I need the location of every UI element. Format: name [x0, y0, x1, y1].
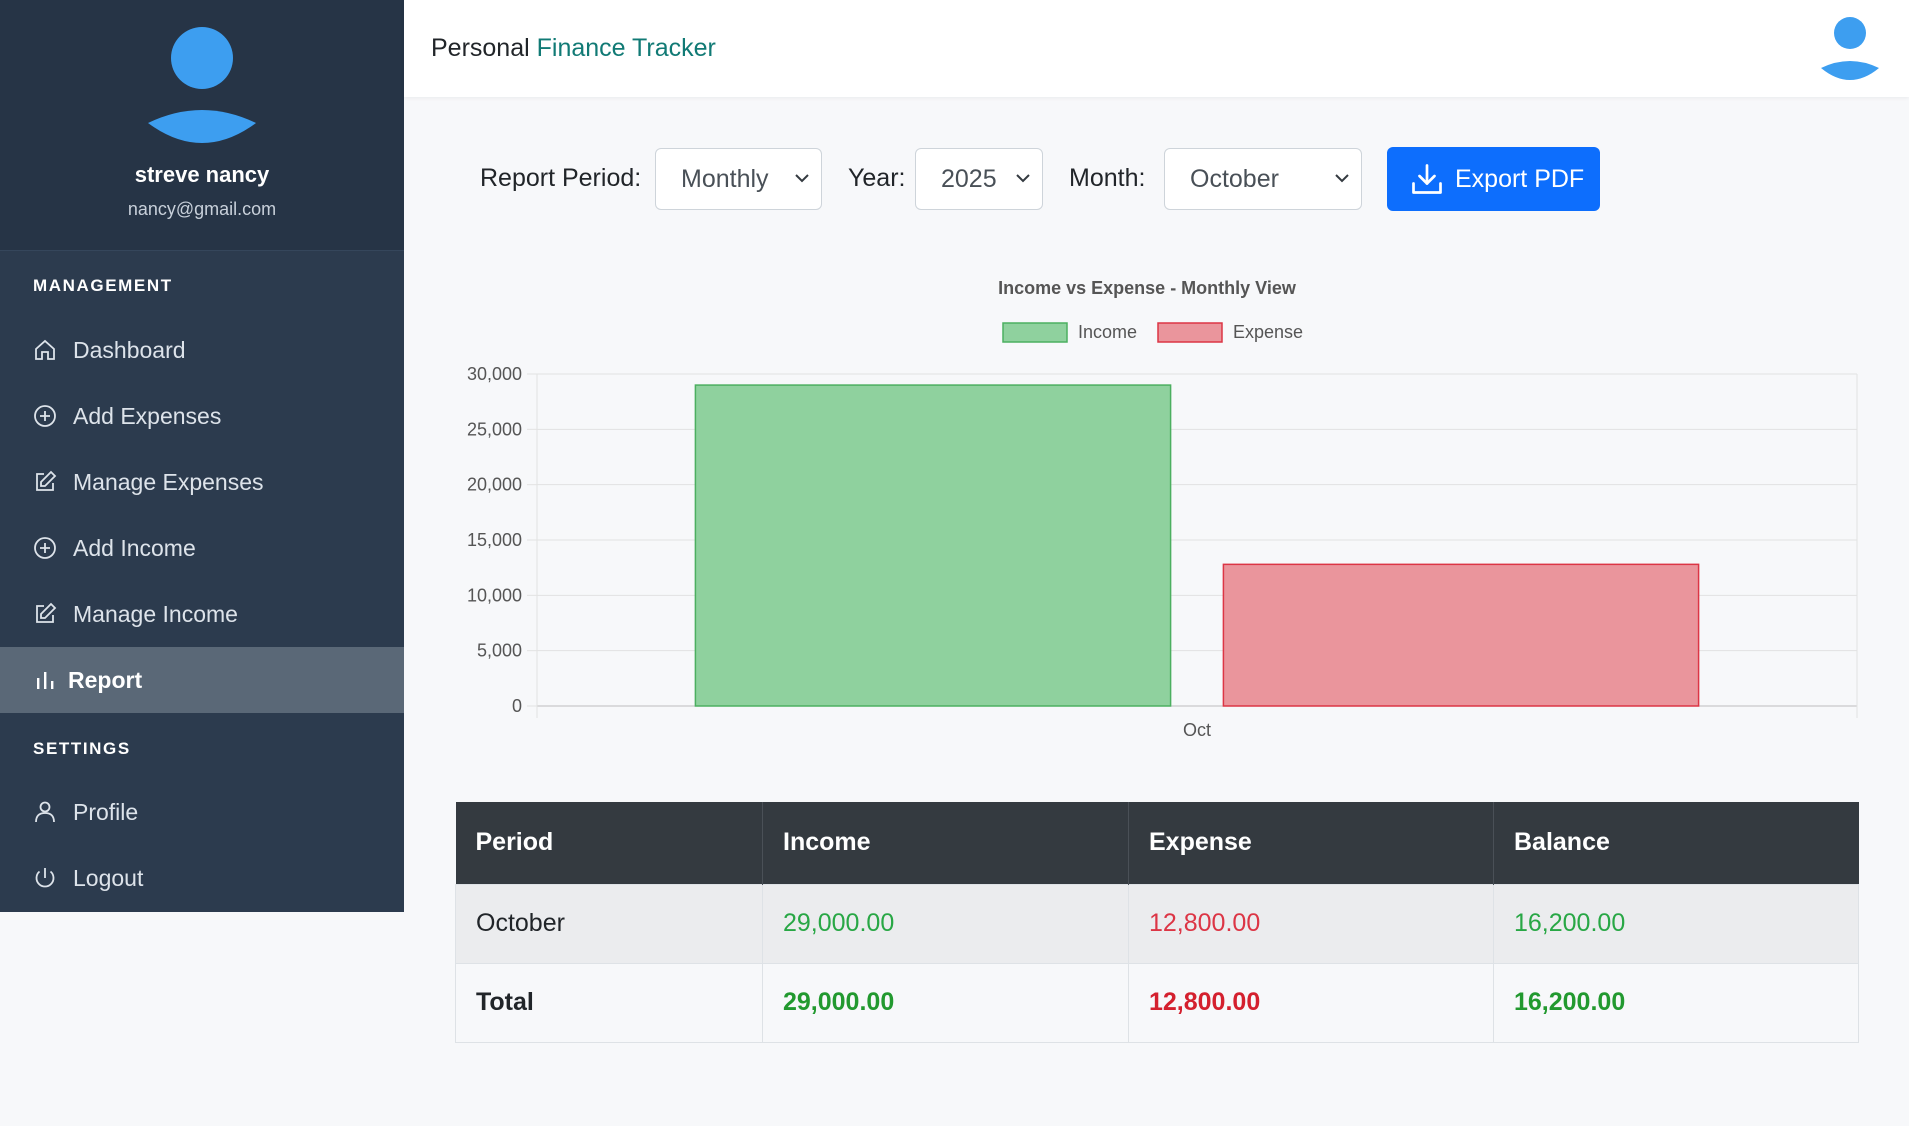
legend-swatch	[1002, 322, 1068, 343]
plus-circle-icon	[32, 403, 58, 429]
month-label: Month:	[1069, 164, 1146, 192]
sidebar-item-dashboard[interactable]: Dashboard	[0, 317, 404, 383]
edit-icon	[32, 601, 58, 627]
table-header-row: Period Income Expense Balance	[455, 802, 1859, 884]
plus-circle-icon	[32, 535, 58, 561]
col-header-period: Period	[455, 802, 763, 884]
brand-title[interactable]: Personal Finance Tracker	[431, 34, 716, 63]
col-header-balance: Balance	[1493, 802, 1859, 884]
table-total-row: Total 29,000.00 12,800.00 16,200.00	[455, 962, 1859, 1043]
brand-accent: Finance Tracker	[536, 34, 716, 62]
y-tick-label: 5,000	[477, 641, 522, 661]
home-icon	[32, 337, 58, 363]
sidebar-item-profile[interactable]: Profile	[0, 779, 404, 845]
person-icon	[32, 799, 58, 825]
year-select[interactable]: 2025	[915, 148, 1043, 210]
edit-icon	[32, 469, 58, 495]
avatar-icon	[148, 27, 256, 143]
period-label: Report Period:	[480, 164, 642, 192]
cell-period: October	[455, 883, 763, 964]
download-icon	[1412, 164, 1442, 194]
month-select[interactable]: October	[1164, 148, 1362, 210]
user-name: streve nancy	[134, 162, 270, 187]
sidebar-item-label: Add Income	[73, 534, 196, 561]
cell-expense: 12,800.00	[1128, 883, 1494, 964]
report-table: Period Income Expense Balance October 29…	[455, 802, 1859, 1043]
sidebar-item-label: Report	[68, 666, 143, 693]
sidebar-item-label: Add Expenses	[73, 402, 222, 429]
power-icon	[32, 865, 58, 891]
top-navbar: Personal Finance Tracker	[404, 0, 1909, 97]
sidebar-item-logout[interactable]: Logout	[0, 845, 404, 911]
chevron-down-icon	[1335, 174, 1349, 183]
brand-prefix: Personal	[431, 34, 530, 62]
profile-block: streve nancy nancy@gmail.com	[0, 0, 404, 251]
cell-total-balance: 16,200.00	[1493, 962, 1859, 1043]
bar-expense	[1222, 563, 1700, 707]
sidebar-item-label: Dashboard	[73, 336, 186, 363]
sidebar: streve nancy nancy@gmail.com MANAGEMENT …	[0, 0, 404, 912]
sidebar-item-manage-expenses[interactable]: Manage Expenses	[0, 449, 404, 515]
x-tick-label: Oct	[1183, 720, 1211, 740]
cell-total-expense: 12,800.00	[1128, 962, 1494, 1043]
year-label: Year:	[848, 164, 906, 192]
cell-balance: 16,200.00	[1493, 883, 1859, 964]
sidebar-item-manage-income[interactable]: Manage Income	[0, 581, 404, 647]
sidebar-item-add-income[interactable]: Add Income	[0, 515, 404, 581]
settings-section-title: SETTINGS	[33, 739, 131, 758]
chevron-down-icon	[1016, 174, 1030, 183]
user-avatar-icon[interactable]	[1821, 16, 1879, 82]
chevron-down-icon	[795, 174, 809, 183]
income-expense-chart: Income vs Expense - Monthly View Income Ex…	[467, 278, 1858, 740]
period-select[interactable]: Monthly	[655, 148, 822, 210]
sidebar-item-report[interactable]: Report	[0, 647, 404, 713]
month-select-value: October	[1190, 164, 1279, 193]
cell-total-label: Total	[455, 962, 763, 1043]
sidebar-item-label: Logout	[73, 864, 144, 891]
cell-income: 29,000.00	[762, 883, 1129, 964]
y-tick-label: 20,000	[467, 475, 522, 495]
chart-title: Income vs Expense - Monthly View	[998, 278, 1297, 298]
sidebar-item-label: Manage Expenses	[73, 468, 264, 495]
export-pdf-label: Export PDF	[1455, 164, 1585, 193]
user-email: nancy@gmail.com	[127, 199, 277, 219]
table-row: October 29,000.00 12,800.00 16,200.00	[455, 883, 1859, 964]
bar-income	[694, 384, 1172, 707]
export-pdf-button[interactable]: Export PDF	[1387, 147, 1600, 211]
legend-swatch	[1157, 322, 1223, 343]
year-select-value: 2025	[941, 164, 997, 193]
y-tick-label: 30,000	[467, 364, 522, 384]
sidebar-item-label: Profile	[73, 798, 139, 825]
bar-chart-icon	[32, 667, 58, 693]
legend-label: Income	[1078, 322, 1137, 342]
sidebar-item-add-expenses[interactable]: Add Expenses	[0, 383, 404, 449]
sidebar-item-label: Manage Income	[73, 600, 238, 627]
col-header-expense: Expense	[1128, 802, 1494, 884]
y-tick-label: 25,000	[467, 419, 522, 439]
y-tick-label: 0	[512, 696, 522, 716]
cell-total-income: 29,000.00	[762, 962, 1129, 1043]
management-section-title: MANAGEMENT	[33, 276, 173, 295]
col-header-income: Income	[762, 802, 1129, 884]
y-tick-label: 10,000	[467, 585, 522, 605]
period-select-value: Monthly	[681, 164, 769, 193]
y-tick-label: 15,000	[467, 530, 522, 550]
legend-label: Expense	[1233, 322, 1303, 342]
